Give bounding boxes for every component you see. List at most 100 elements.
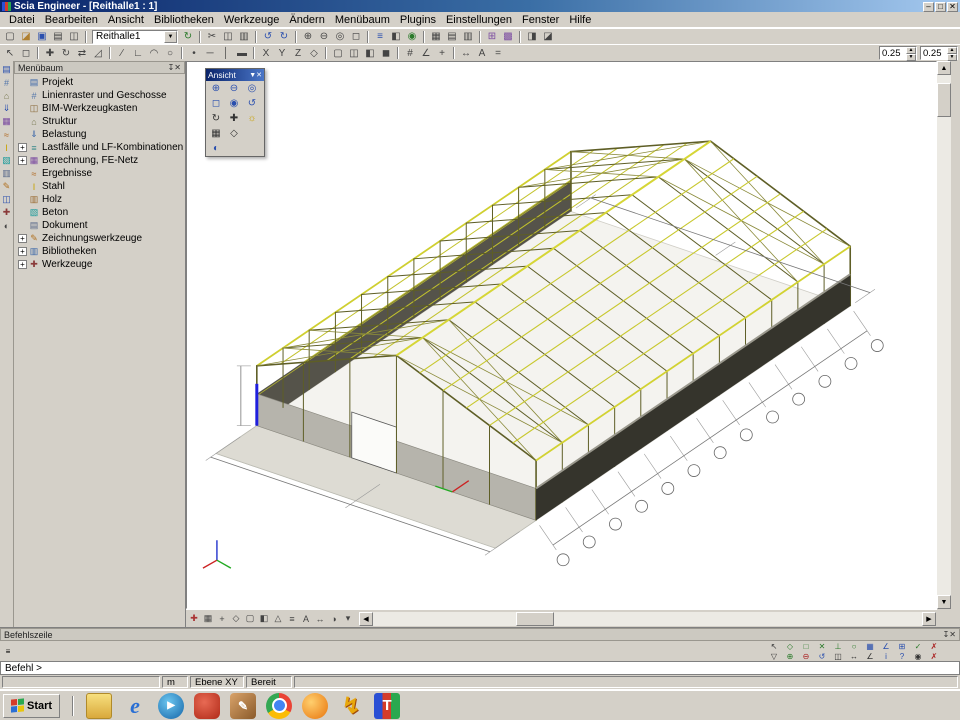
steel-icon[interactable]: I <box>0 141 13 154</box>
shaded-icon[interactable]: ◧ <box>362 46 378 60</box>
paint-icon[interactable]: ✎ <box>230 693 256 719</box>
ansicht-palette-header[interactable]: Ansicht ▼✕ <box>206 69 264 81</box>
zoom-window-icon[interactable]: ◻ <box>207 96 225 111</box>
info-icon[interactable]: i <box>878 651 894 661</box>
redo-icon[interactable]: ↻ <box>276 30 292 44</box>
tree-item-bim-werkzeugkasten[interactable]: ◫BIM-Werkzeugkasten <box>17 102 185 115</box>
settings-icon[interactable]: ◐ <box>0 219 13 232</box>
expander-icon[interactable]: + <box>18 156 27 165</box>
menu-plugins[interactable]: Plugins <box>395 13 441 27</box>
text-icon[interactable]: A <box>474 46 490 60</box>
snap-endpoint-icon[interactable]: □ <box>798 641 814 651</box>
selection-box-icon[interactable]: ◻ <box>18 46 34 60</box>
mesh-icon[interactable]: ▩ <box>500 30 516 44</box>
snap-grid-icon[interactable]: ▦ <box>862 641 878 651</box>
previous-selection-icon[interactable]: ↺ <box>814 651 830 661</box>
horizontal-scroll-track[interactable] <box>373 612 922 626</box>
measure-icon[interactable]: ↔ <box>846 651 862 661</box>
concrete-icon[interactable]: ▧ <box>0 154 13 167</box>
scale-x-spinner[interactable]: 0.25 ▲ ▼ <box>879 46 917 60</box>
zoom-window-icon[interactable]: ◻ <box>348 30 364 44</box>
drawing-icon[interactable]: ✎ <box>0 180 13 193</box>
minimize-button[interactable]: – <box>923 2 934 12</box>
expander-icon[interactable]: + <box>18 143 27 152</box>
spin-up-icon[interactable]: ▲ <box>947 47 957 54</box>
dimension-toggle-icon[interactable]: ↔ <box>313 612 327 626</box>
tree-item-zeichnungswerkzeuge[interactable]: +✎Zeichnungswerkzeuge <box>17 232 185 245</box>
grid-toggle-icon[interactable]: ▦ <box>201 612 215 626</box>
zoom-selection-icon[interactable]: ◉ <box>910 651 926 661</box>
start-button[interactable]: Start <box>3 694 60 718</box>
menu-ndern[interactable]: Ändern <box>284 13 329 27</box>
document-icon[interactable]: ▥ <box>0 167 13 180</box>
escape-icon[interactable]: ✗ <box>926 651 942 661</box>
beam-icon[interactable]: ─ <box>202 46 218 60</box>
menu-fenster[interactable]: Fenster <box>517 13 564 27</box>
axonometric-view-icon[interactable]: ◇ <box>306 46 322 60</box>
table-results-icon[interactable]: ▤ <box>444 30 460 44</box>
spin-down-icon[interactable]: ▼ <box>947 54 957 61</box>
filter-icon[interactable]: ▽ <box>766 651 782 661</box>
scroll-right-button[interactable]: ▶ <box>922 612 936 626</box>
close-icon[interactable]: ✕ <box>256 72 262 79</box>
structure-icon[interactable]: ⌂ <box>0 89 13 102</box>
results-icon[interactable]: ≈ <box>0 128 13 141</box>
tree-item-beton[interactable]: ▧Beton <box>17 206 185 219</box>
rotate-icon[interactable]: ↻ <box>58 46 74 60</box>
visibility-icon[interactable]: ◉ <box>404 30 420 44</box>
scroll-down-button[interactable]: ▼ <box>937 595 951 609</box>
print-preview-icon[interactable]: ◫ <box>66 30 82 44</box>
zoom-out-icon[interactable]: ⊖ <box>316 30 332 44</box>
pan-view-icon[interactable]: ✚ <box>225 111 243 126</box>
ortho-icon[interactable]: ∠ <box>418 46 434 60</box>
shading-toggle-icon[interactable]: ◧ <box>257 612 271 626</box>
cut-icon[interactable]: ✂ <box>204 30 220 44</box>
snap-tangent-icon[interactable]: ○ <box>846 641 862 651</box>
zoom-all-icon[interactable]: ◎ <box>332 30 348 44</box>
menu-men-baum[interactable]: Menübaum <box>330 13 395 27</box>
view-plane-icon[interactable]: ◇ <box>225 126 243 141</box>
tree-item-werkzeuge[interactable]: +✚Werkzeuge <box>17 258 185 271</box>
menu-einstellungen[interactable]: Einstellungen <box>441 13 517 27</box>
snap-midpoint-icon[interactable]: ◇ <box>782 641 798 651</box>
node-icon[interactable]: • <box>186 46 202 60</box>
undo-icon[interactable]: ↺ <box>260 30 276 44</box>
view-y-icon[interactable]: Y <box>274 46 290 60</box>
zoom-in-icon[interactable]: ⊕ <box>300 30 316 44</box>
cancel-icon[interactable]: ✗ <box>926 641 942 651</box>
plate-icon[interactable]: ▬ <box>234 46 250 60</box>
render-toggle-icon[interactable]: ◑ <box>327 612 341 626</box>
tree-item-lastf-lle-und-lf-kombinationen[interactable]: +≡Lastfälle und LF-Kombinationen <box>17 141 185 154</box>
close-icon[interactable]: ✕ <box>174 63 181 72</box>
scale-y-arrows[interactable]: ▲ ▼ <box>947 47 957 59</box>
zoom-selection-icon[interactable]: ◉ <box>225 96 243 111</box>
viewport-canvas[interactable]: Ansicht ▼✕ ⊕⊖◎◻◉↺↻✚☼▦◇◐ <box>186 61 937 609</box>
chrome-icon[interactable] <box>266 693 292 719</box>
command-input[interactable]: Befehl > <box>0 661 960 675</box>
vertical-scroll-track[interactable] <box>937 75 951 595</box>
rendered-icon[interactable]: ◼ <box>378 46 394 60</box>
expander-icon[interactable]: + <box>18 247 27 256</box>
combo-dropdown-icon[interactable]: ▼ <box>164 31 177 43</box>
tools-icon[interactable]: ✚ <box>0 206 13 219</box>
confirm-icon[interactable]: ✓ <box>910 641 926 651</box>
command-history-icon[interactable]: ≡ <box>0 646 16 656</box>
maximize-button[interactable]: □ <box>935 2 946 12</box>
line-icon[interactable]: ∕ <box>114 46 130 60</box>
lightning-app-icon[interactable]: ↯ <box>338 693 364 719</box>
close-icon[interactable]: ✕ <box>949 630 956 639</box>
zoom-previous-icon[interactable]: ↺ <box>243 96 261 111</box>
snap-ortho-icon[interactable]: ∠ <box>878 641 894 651</box>
folder-icon[interactable] <box>86 693 112 719</box>
load-icon[interactable]: ⇓ <box>0 102 13 115</box>
tree-item-stahl[interactable]: IStahl <box>17 180 185 193</box>
horizontal-scrollbar[interactable]: ◀ ▶ <box>359 612 936 626</box>
menu-werkzeuge[interactable]: Werkzeuge <box>219 13 284 27</box>
remove-selection-icon[interactable]: ⊖ <box>798 651 814 661</box>
wireframe-toggle-icon[interactable]: ▢ <box>243 612 257 626</box>
copy-icon[interactable]: ◫ <box>220 30 236 44</box>
light-icon[interactable]: ☼ <box>243 111 261 126</box>
cursor-snap-icon[interactable]: ↖ <box>766 641 782 651</box>
perspective-toggle-icon[interactable]: △ <box>271 612 285 626</box>
tree-item-berechnung-fe-netz[interactable]: +▦Berechnung, FE-Netz <box>17 154 185 167</box>
